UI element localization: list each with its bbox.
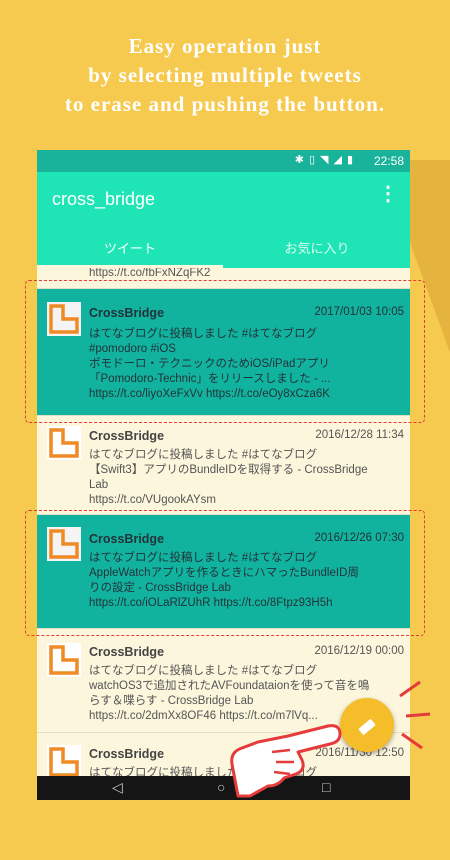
crossbridge-logo-icon (47, 426, 81, 460)
tweet-text: はてなブログに投稿しました #はてなブログ 【Swift3】アプリのBundle… (89, 449, 368, 506)
tweet-author: CrossBridge (89, 645, 165, 659)
tweet-row[interactable]: CrossBridge 2016/12/28 11:34 はてなブログに投稿しま… (37, 416, 410, 515)
eraser-icon (358, 719, 376, 735)
tweet-author: CrossBridge (89, 747, 165, 761)
crossbridge-logo-icon (47, 643, 81, 677)
headline-line-3: to erase and pushing the button. (64, 92, 386, 116)
tab-favorites[interactable]: お気に入り (224, 238, 410, 257)
overflow-menu-icon[interactable]: ⋮ (378, 184, 398, 204)
tweet-author: CrossBridge (89, 429, 165, 443)
home-icon[interactable]: ○ (217, 779, 225, 795)
battery-icon: ▮ (346, 154, 358, 166)
wifi-icon: ◥ (320, 154, 334, 166)
selection-highlight (25, 280, 425, 423)
back-icon[interactable]: ◁ (112, 779, 123, 796)
tweet-date: 2016/12/28 11:34 (315, 429, 404, 441)
tab-bar: ツイート お気に入り (37, 226, 410, 268)
erase-fab-button[interactable] (340, 698, 394, 752)
promo-headline: Easy operation just by selecting multipl… (0, 32, 450, 119)
app-bar: cross_bridge ⋮ (37, 172, 410, 226)
system-nav-bar: ◁ ○ □ (37, 776, 410, 800)
tab-tweets[interactable]: ツイート (37, 238, 223, 257)
status-icons: ✱▯◥◢▮ (295, 153, 358, 166)
app-title: cross_bridge (52, 189, 156, 209)
headline-line-1: Easy operation just (128, 34, 322, 58)
pointing-hand-icon (230, 724, 342, 798)
crossbridge-logo-icon (47, 745, 81, 779)
tweet-date: 2016/12/19 00:00 (314, 645, 404, 657)
status-bar: ✱▯◥◢▮ 22:58 (37, 150, 410, 172)
vibrate-icon: ▯ (308, 154, 320, 166)
status-time: 22:58 (373, 154, 404, 168)
signal-icon: ◢ (333, 154, 347, 166)
headline-line-2: by selecting multiple tweets (88, 63, 362, 87)
selection-highlight (25, 510, 425, 636)
bluetooth-icon: ✱ (294, 154, 309, 166)
partial-tweet-text: https://t.co/fbFxNZqFK2 (89, 268, 211, 279)
tap-burst-icon (399, 680, 431, 750)
